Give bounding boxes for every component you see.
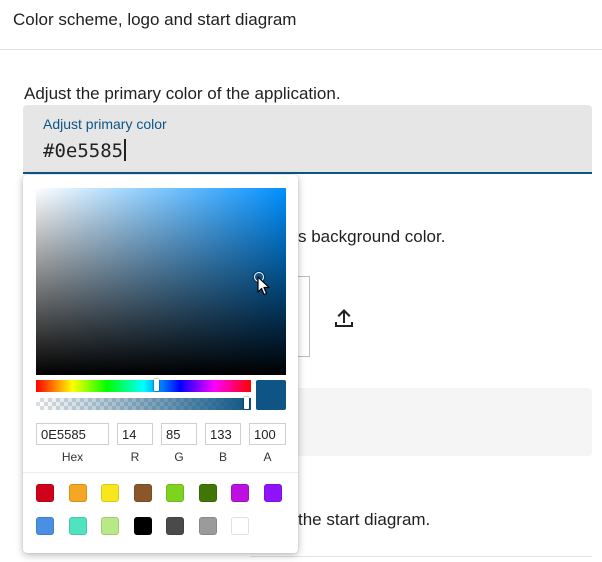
preset-swatch[interactable] (263, 484, 282, 502)
primary-color-input-value[interactable]: #0e5585 (43, 140, 123, 162)
green-input[interactable]: 85 (161, 423, 197, 445)
alpha-slider-handle[interactable] (244, 397, 249, 409)
preset-swatch[interactable] (166, 484, 184, 502)
preset-swatch[interactable] (231, 517, 249, 535)
preset-swatch[interactable] (101, 484, 119, 502)
color-inputs: 0E5585 14 85 133 100 Hex R G B A (36, 423, 286, 467)
mouse-pointer-icon (257, 276, 270, 296)
preset-swatch[interactable] (166, 517, 184, 535)
alpha-input[interactable]: 100 (249, 423, 286, 445)
section-header: Color scheme, logo and start diagram (0, 0, 602, 50)
blue-label: B (218, 450, 227, 464)
red-input[interactable]: 14 (117, 423, 153, 445)
alpha-slider[interactable] (36, 397, 251, 410)
preset-swatch[interactable] (198, 517, 217, 535)
preset-swatch[interactable] (68, 517, 87, 535)
preset-swatch[interactable] (36, 517, 54, 535)
primary-color-input[interactable]: #0e5585 (43, 139, 127, 162)
primary-color-field-label: Adjust primary color (43, 116, 167, 132)
current-color-preview (256, 380, 286, 410)
grey-settings-panel (250, 388, 592, 456)
blue-input[interactable]: 133 (205, 423, 241, 445)
color-picker-popup: 0E5585 14 85 133 100 Hex R G B A (23, 175, 298, 553)
primary-color-field[interactable]: Adjust primary color #0e5585 (23, 105, 592, 174)
preset-swatch[interactable] (101, 517, 119, 535)
hex-input[interactable]: 0E5585 (36, 423, 109, 445)
start-diagram-instruction: the start diagram. (298, 510, 431, 529)
preset-swatch[interactable] (68, 484, 87, 502)
saturation-area[interactable] (36, 188, 286, 375)
background-color-instruction: s background color. (298, 227, 446, 246)
alpha-gradient (36, 398, 251, 410)
section-title: Color scheme, logo and start diagram (13, 10, 297, 29)
picker-divider (23, 472, 298, 473)
preset-swatch[interactable] (133, 484, 152, 502)
preset-swatch[interactable] (231, 484, 249, 502)
hue-slider[interactable] (36, 379, 251, 392)
text-caret (124, 139, 127, 161)
hue-slider-handle[interactable] (154, 379, 159, 391)
primary-color-instruction: Adjust the primary color of the applicat… (24, 84, 341, 103)
divider (250, 556, 592, 557)
upload-icon[interactable] (331, 305, 357, 331)
hex-label: Hex (61, 450, 84, 464)
preset-swatch[interactable] (36, 484, 54, 502)
green-label: G (174, 450, 184, 464)
red-label: R (130, 450, 140, 464)
alpha-label: A (263, 450, 272, 464)
preset-swatch[interactable] (198, 484, 217, 502)
preset-swatch[interactable] (133, 517, 152, 535)
